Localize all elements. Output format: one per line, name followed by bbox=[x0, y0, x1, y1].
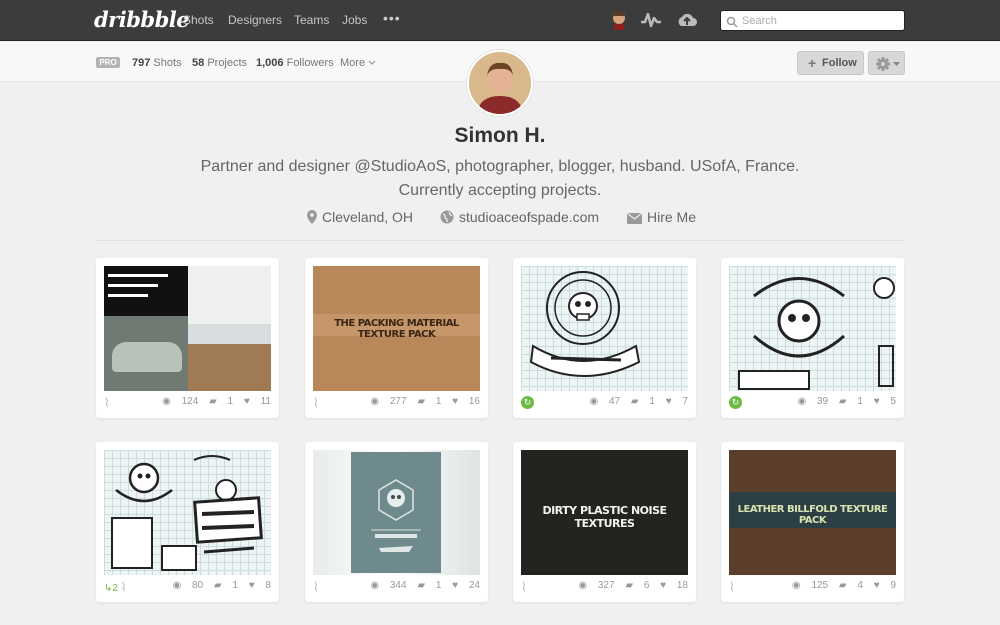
top-nav-bar: dribbble Shots Designers Teams Jobs ••• bbox=[0, 0, 1000, 41]
shot-thumbnail[interactable]: THE PACKING MATERIAL TEXTURE PACK bbox=[313, 266, 480, 391]
more-dropdown[interactable]: More bbox=[340, 57, 376, 69]
shot-thumbnail[interactable] bbox=[521, 266, 688, 391]
search-icon bbox=[726, 15, 738, 33]
likes-count[interactable]: ♥ 5 bbox=[874, 396, 896, 407]
pro-badge: PRO bbox=[96, 57, 120, 68]
likes-count[interactable]: ♥ 8 bbox=[249, 580, 271, 591]
attachment-icon: ⌇ bbox=[313, 396, 319, 410]
shots-count-link[interactable]: 797 Shots bbox=[132, 57, 182, 69]
shot-thumbnail[interactable] bbox=[104, 450, 271, 575]
nav-teams[interactable]: Teams bbox=[294, 13, 329, 27]
likes-count[interactable]: ♥ 9 bbox=[874, 580, 896, 591]
likes-count[interactable]: ♥ 7 bbox=[666, 396, 688, 407]
follow-button[interactable]: + Follow bbox=[797, 51, 864, 75]
shot-stats: ⌇ ◉ 125 ▰ 4 ♥ 9 bbox=[729, 580, 896, 594]
likes-count[interactable]: ♥ 24 bbox=[452, 580, 480, 591]
projects-count-link[interactable]: 58 Projects bbox=[192, 57, 247, 69]
activity-icon[interactable] bbox=[640, 10, 662, 35]
shot-card[interactable]: ↳2 ⌇ ◉ 80 ▰ 1 ♥ 8 bbox=[96, 442, 279, 602]
shot-stats: ⌇ ◉ 344 ▰ 1 ♥ 24 bbox=[313, 580, 480, 594]
hire-me-link[interactable]: Hire Me bbox=[626, 209, 696, 225]
views-count: ◉ 80 bbox=[172, 580, 204, 591]
nav-designers[interactable]: Designers bbox=[228, 13, 282, 27]
views-count: ◉ 39 bbox=[797, 396, 829, 407]
shot-title-graphic: DIRTY PLASTIC NOISE TEXTURES bbox=[542, 504, 667, 530]
shot-card[interactable]: DIRTY PLASTIC NOISE TEXTURES ⌇ ◉ 327 ▰ 6… bbox=[513, 442, 696, 602]
shot-card[interactable]: ⌇ ◉ 124 ▰ 1 ♥ 11 bbox=[96, 258, 279, 418]
views-count: ◉ 47 bbox=[589, 396, 621, 407]
likes-count[interactable]: ♥ 11 bbox=[244, 396, 271, 407]
shot-thumbnail[interactable] bbox=[104, 266, 271, 391]
shot-stats: ↻ ◉ 39 ▰ 1 ♥ 5 bbox=[729, 396, 896, 410]
bio-line: Currently accepting projects. bbox=[398, 182, 602, 199]
shot-card[interactable]: LEATHER BILLFOLD TEXTURE PACK ⌇ ◉ 125 ▰ … bbox=[721, 442, 904, 602]
profile-name: Simon H. bbox=[454, 124, 546, 147]
views-count: ◉ 327 bbox=[578, 580, 615, 591]
shot-title-graphic: THE PACKING MATERIAL TEXTURE PACK bbox=[334, 318, 459, 340]
shot-card[interactable]: ⌇ ◉ 344 ▰ 1 ♥ 24 bbox=[305, 442, 488, 602]
comments-count[interactable]: ▰ 1 bbox=[839, 396, 863, 407]
comments-count[interactable]: ▰ 1 bbox=[417, 396, 441, 407]
shot-thumbnail[interactable] bbox=[313, 450, 480, 575]
gear-icon bbox=[876, 57, 890, 71]
shot-card[interactable]: ↻ ◉ 47 ▰ 1 ♥ 7 bbox=[513, 258, 696, 418]
shot-card[interactable]: THE PACKING MATERIAL TEXTURE PACK ⌇ ◉ 27… bbox=[305, 258, 488, 418]
likes-count[interactable]: ♥ 16 bbox=[452, 396, 480, 407]
profile-avatar bbox=[467, 50, 533, 116]
shot-stats: ⌇ ◉ 277 ▰ 1 ♥ 16 bbox=[313, 396, 480, 410]
rebound-icon[interactable]: ↻ bbox=[521, 396, 534, 409]
rebound-icon[interactable]: ↻ bbox=[729, 396, 742, 409]
shot-card[interactable]: ↻ ◉ 39 ▰ 1 ♥ 5 bbox=[721, 258, 904, 418]
envelope-icon bbox=[626, 212, 643, 224]
shot-thumbnail[interactable]: DIRTY PLASTIC NOISE TEXTURES bbox=[521, 450, 688, 575]
views-count: ◉ 124 bbox=[162, 396, 199, 407]
nav-jobs[interactable]: Jobs bbox=[342, 13, 367, 27]
location-pin-icon bbox=[307, 210, 317, 224]
likes-count[interactable]: ♥ 18 bbox=[660, 580, 688, 591]
comments-count[interactable]: ▰ 1 bbox=[209, 396, 233, 407]
shot-title-graphic: LEATHER BILLFOLD TEXTURE PACK bbox=[737, 504, 888, 526]
search-box bbox=[720, 10, 905, 31]
attachment-icon: ⌇ bbox=[313, 580, 319, 594]
nav-shots[interactable]: Shots bbox=[183, 13, 214, 27]
attachment-icon: ⌇ bbox=[729, 580, 735, 594]
attachment-icon: ⌇ bbox=[104, 396, 110, 410]
attachment-icon: ⌇ bbox=[521, 580, 527, 594]
comments-count[interactable]: ▰ 4 bbox=[839, 580, 863, 591]
bio-line: Partner and designer @StudioAoS, photogr… bbox=[200, 158, 800, 175]
comments-count[interactable]: ▰ 1 bbox=[214, 580, 238, 591]
search-input[interactable] bbox=[742, 13, 897, 28]
comments-count[interactable]: ▰ 1 bbox=[417, 580, 441, 591]
upload-cloud-icon[interactable] bbox=[676, 10, 698, 35]
shot-thumbnail[interactable]: LEATHER BILLFOLD TEXTURE PACK bbox=[729, 450, 896, 575]
views-count: ◉ 344 bbox=[370, 580, 407, 591]
settings-dropdown-button[interactable] bbox=[868, 51, 905, 75]
dribbble-logo[interactable]: dribbble bbox=[94, 7, 190, 32]
views-count: ◉ 277 bbox=[370, 396, 407, 407]
caret-down-icon bbox=[893, 62, 900, 66]
globe-icon bbox=[440, 210, 454, 224]
plus-icon: + bbox=[808, 55, 817, 71]
shot-stats: ⌇ ◉ 124 ▰ 1 ♥ 11 bbox=[104, 396, 271, 410]
shot-stats: ⌇ ◉ 327 ▰ 6 ♥ 18 bbox=[521, 580, 688, 594]
shot-stats: ↳2 ⌇ ◉ 80 ▰ 1 ♥ 8 bbox=[104, 580, 271, 594]
divider bbox=[96, 240, 904, 241]
profile-bio: Partner and designer @StudioAoS, photogr… bbox=[150, 155, 850, 203]
followers-count-link[interactable]: 1,006 Followers bbox=[256, 57, 334, 69]
website-link[interactable]: studioaceofspade.com bbox=[440, 209, 599, 225]
comments-count[interactable]: ▰ 6 bbox=[625, 580, 649, 591]
comments-count[interactable]: ▰ 1 bbox=[631, 396, 655, 407]
rebound-arrow-icon[interactable]: ↳2 bbox=[104, 583, 118, 594]
nav-more-menu[interactable]: ••• bbox=[383, 10, 401, 26]
views-count: ◉ 125 bbox=[791, 580, 829, 591]
attachment-icon: ⌇ bbox=[120, 580, 127, 594]
shot-stats: ↻ ◉ 47 ▰ 1 ♥ 7 bbox=[521, 396, 688, 410]
chevron-down-icon bbox=[368, 60, 376, 65]
shot-thumbnail[interactable] bbox=[729, 266, 896, 391]
location: Cleveland, OH bbox=[307, 209, 413, 225]
user-avatar-icon[interactable] bbox=[610, 10, 628, 35]
